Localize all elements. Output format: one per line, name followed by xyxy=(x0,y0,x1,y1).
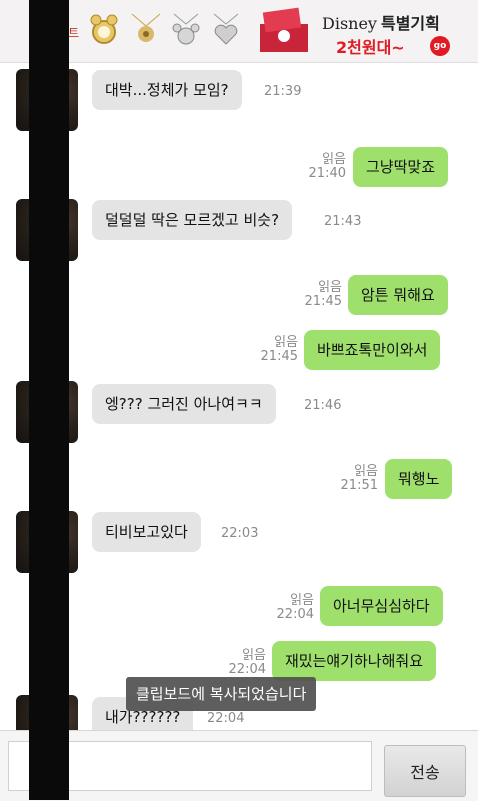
incoming-message[interactable]: 대박...정체가 모임? xyxy=(92,70,242,110)
incoming-message[interactable]: 티비보고있다 xyxy=(92,512,201,552)
read-receipt: 읽음 xyxy=(274,335,298,350)
read-receipt: 읽음 xyxy=(322,152,346,167)
mouse-pendant-icon xyxy=(172,13,200,45)
message-time: 22:03 xyxy=(221,526,259,541)
send-button[interactable]: 전송 xyxy=(384,745,466,797)
outgoing-message[interactable]: 재밌는얘기하나해줘요 xyxy=(272,641,437,681)
ad-go-button[interactable]: go xyxy=(430,36,450,56)
message-time: 22:04 xyxy=(207,711,245,726)
message-time: 21:40 xyxy=(308,166,346,181)
clipboard-toast: 클립보드에 복사되었습니다 xyxy=(126,677,317,711)
ad-banner[interactable]: 이벤트 Disney특별기획 2천원대~ go xyxy=(0,0,478,63)
ad-price: 2천원대~ xyxy=(336,38,405,57)
ad-brand: Disney 특별기획 xyxy=(322,10,440,34)
message-time: 21:45 xyxy=(260,349,298,364)
outgoing-message[interactable]: 그냥딱맞죠 xyxy=(353,147,449,187)
message-input-bar: 전송 xyxy=(0,730,478,801)
incoming-message[interactable]: 덜덜덜 딱은 모르겠고 비슷? xyxy=(92,200,293,240)
black-stripe-overlay xyxy=(29,0,69,800)
message-time: 22:04 xyxy=(228,662,266,677)
outgoing-message[interactable]: 뭐행노 xyxy=(385,459,453,499)
message-time: 21:51 xyxy=(340,478,378,493)
ad-brand-sub: 특별기획 xyxy=(380,14,440,33)
ad-brand-name: Disney xyxy=(322,14,377,33)
read-receipt: 읽음 xyxy=(290,593,314,608)
gift-box-icon xyxy=(260,7,308,52)
message-time: 21:43 xyxy=(324,214,362,229)
outgoing-message[interactable]: 아너무심심하다 xyxy=(320,586,443,626)
outgoing-message[interactable]: 암튼 뭐해요 xyxy=(348,275,448,315)
clock-pendant-icon xyxy=(90,14,118,44)
message-time: 21:46 xyxy=(304,398,342,413)
flower-pendant-icon xyxy=(131,13,161,42)
read-receipt: 읽음 xyxy=(242,648,266,663)
message-time: 21:39 xyxy=(264,84,302,99)
read-receipt: 읽음 xyxy=(354,464,378,479)
read-receipt: 읽음 xyxy=(318,280,342,295)
incoming-message[interactable]: 엥??? 그러진 아나여ㅋㅋ xyxy=(92,384,276,424)
outgoing-message[interactable]: 바쁘죠톡만이와서 xyxy=(304,330,441,370)
chat-area[interactable]: 대박...정체가 모임? 21:39 읽음 21:40 그냥딱맞죠 덜덜덜 딱은… xyxy=(0,63,478,730)
message-time: 21:45 xyxy=(304,294,342,309)
heart-pendant-icon xyxy=(213,13,239,45)
message-time: 22:04 xyxy=(276,607,314,622)
